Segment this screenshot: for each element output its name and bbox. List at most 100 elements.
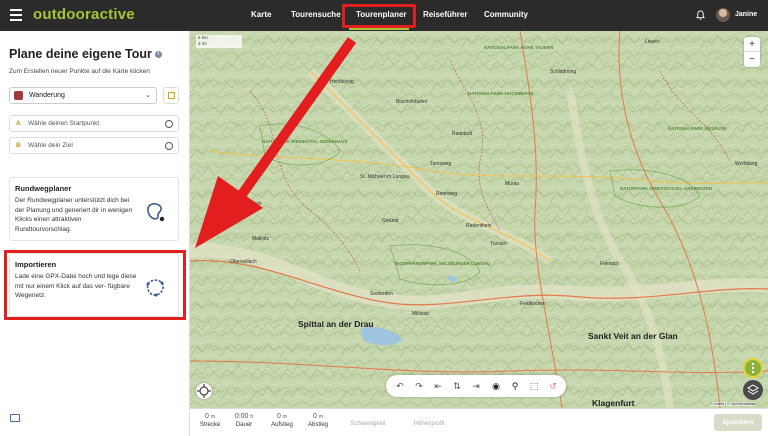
stat-label: Dauer (235, 422, 253, 428)
park-label: NATIONALPARK HOHE TAUERN (484, 45, 554, 50)
zoom-out-button[interactable]: − (744, 52, 760, 67)
chevron-down-icon: ⌄ (145, 92, 151, 99)
stat-value: 0:00 (234, 413, 249, 420)
zoom-in-button[interactable]: + (744, 37, 760, 52)
place-label: Turrach (490, 241, 508, 247)
end-letter: B (16, 142, 21, 149)
park-label: NATURPARK ZIRBITZKOGEL-GREBENZEN (620, 186, 713, 191)
route-stats-bar: 0 m Strecke 0:00 h Dauer 0 m Aufstieg 0 … (190, 408, 768, 436)
save-button[interactable]: Speichern (714, 414, 762, 431)
stat-descent: 0 m Abstieg (304, 413, 332, 428)
active-nav-highlight (342, 4, 416, 28)
planner-panel: Plane deine eigene Tour i Zum Erstellen n… (0, 31, 190, 436)
stat-unit: m (282, 414, 288, 420)
avatar[interactable] (716, 8, 730, 22)
place-label: Friesach (600, 261, 620, 267)
nav-reisefuehrer[interactable]: Reiseführer (423, 10, 467, 19)
layers-button[interactable] (743, 380, 763, 400)
place-label: Feldkirchen (520, 301, 546, 307)
topographic-map (190, 31, 768, 408)
city-label: Sankt Veit an der Glan (588, 331, 678, 341)
page-title-text: Plane deine eigene Tour (9, 47, 152, 61)
crosshair-icon (197, 384, 211, 398)
stat-difficulty[interactable]: Schwierigkeit (340, 419, 396, 427)
place-label: Schladming (550, 69, 577, 75)
activity-select[interactable]: Wanderung ⌄ (9, 87, 157, 104)
city-label: Klagenfurt (592, 398, 635, 408)
map-attribution[interactable]: © Leaflet | © OpenStreetMap (710, 402, 756, 406)
delete-route-icon[interactable]: ↺ (547, 380, 559, 392)
place-label: Tamsweg (430, 161, 452, 167)
place-label: Rennweg (436, 191, 458, 197)
map[interactable]: 5 km 3 mi NATIONALPARK HOHE TAUERN NATUR… (190, 31, 768, 408)
username[interactable]: Janine (735, 11, 757, 18)
place-label: Bad Gastein (234, 201, 262, 207)
bell-icon[interactable] (696, 10, 705, 20)
split-icon[interactable]: ⇥ (470, 380, 482, 392)
page-title: Plane deine eigene Tour i (9, 47, 162, 61)
stat-label: Schwierigkeit (350, 421, 386, 427)
end-placeholder: Wähle dein Ziel (28, 142, 73, 149)
round-trip-icon (147, 203, 165, 222)
redo-icon[interactable]: ↷ (413, 380, 425, 392)
layers-icon (747, 384, 759, 395)
park-label: NATIONALPARK NOCKBERGE (468, 91, 534, 96)
stat-value: 0 (276, 413, 281, 420)
nav-karte[interactable]: Karte (251, 10, 271, 19)
start-point-field[interactable]: A Wähle deinen Startpunkt (9, 115, 179, 132)
stat-unit: m (318, 414, 324, 420)
collapse-panel-icon[interactable] (10, 414, 20, 422)
stat-ascent: 0 m Aufstieg (268, 413, 296, 428)
place-label: St. Michael im Lungau (360, 174, 410, 180)
stat-value: 0 (312, 413, 317, 420)
city-label: Spittal an der Drau (298, 319, 374, 329)
round-trip-planner-card[interactable]: Rundwegplaner Der Rundwegplaner unterstü… (9, 177, 179, 241)
locate-me-button[interactable] (196, 383, 212, 399)
place-label: Millstatt (412, 311, 429, 317)
stat-value: 0 (204, 413, 209, 420)
park-label: BIOSPHÄRENPARK SALZBURGER LUNGAU (395, 261, 491, 266)
stat-unit: h (250, 414, 254, 420)
stat-label: Höhenprofil (413, 421, 445, 427)
eye-icon[interactable]: ◉ (490, 380, 502, 392)
end-point-field[interactable]: B Wähle dein Ziel (9, 137, 179, 154)
locate-icon[interactable] (165, 142, 173, 150)
stat-label: Strecke (199, 422, 221, 428)
stat-label: Aufstieg (271, 422, 293, 428)
stat-distance: 0 m Strecke (198, 413, 222, 428)
nav-community[interactable]: Community (484, 10, 528, 19)
stat-elevation-profile[interactable]: Höhenprofil (404, 419, 454, 427)
place-label: Gmünd (382, 218, 399, 224)
locate-icon[interactable] (165, 120, 173, 128)
place-label: Liezen (645, 39, 660, 45)
card-body: Der Rundwegplaner unterstützt dich bei d… (15, 197, 133, 233)
hiking-icon (14, 91, 23, 100)
select-area-icon[interactable]: ⬚ (528, 380, 540, 392)
start-placeholder: Wähle deinen Startpunkt (28, 120, 100, 127)
stat-unit: m (210, 414, 216, 420)
scale-mi: 3 mi (198, 41, 207, 46)
place-label: Mallnitz (252, 236, 269, 242)
undo-icon[interactable]: ↶ (394, 380, 406, 392)
active-nav-underline (349, 28, 409, 30)
panel-subtitle: Zum Erstellen neuer Punkte auf die Karte… (9, 68, 150, 75)
place-label: Hochkönig (330, 79, 354, 85)
place-label: Obervellach (230, 259, 257, 265)
move-start-icon[interactable]: ⇤ (432, 380, 444, 392)
top-navigation-bar: outdooractive Karte Tourensuche Tourenpl… (0, 0, 768, 31)
nav-tourensuche[interactable]: Tourensuche (291, 10, 341, 19)
info-icon[interactable]: i (154, 51, 162, 59)
reverse-route-icon[interactable]: ⇅ (451, 380, 463, 392)
place-label: Radenthein (466, 223, 492, 229)
zoom-control: + − (744, 37, 760, 67)
place-label: Wolfsberg (735, 161, 758, 167)
route-options-button[interactable] (163, 87, 179, 104)
place-label: Radstadt (452, 131, 473, 137)
routing-icon[interactable]: ⚲ (509, 380, 521, 392)
more-vertical-icon (751, 362, 755, 374)
card-title: Rundwegplaner (15, 184, 72, 193)
more-options-button[interactable] (743, 358, 763, 378)
import-highlight (4, 250, 186, 320)
stat-label: Abstieg (307, 422, 328, 428)
park-label: NATURPARK RIEDING­TAL ZEDERHAUS (262, 139, 348, 144)
